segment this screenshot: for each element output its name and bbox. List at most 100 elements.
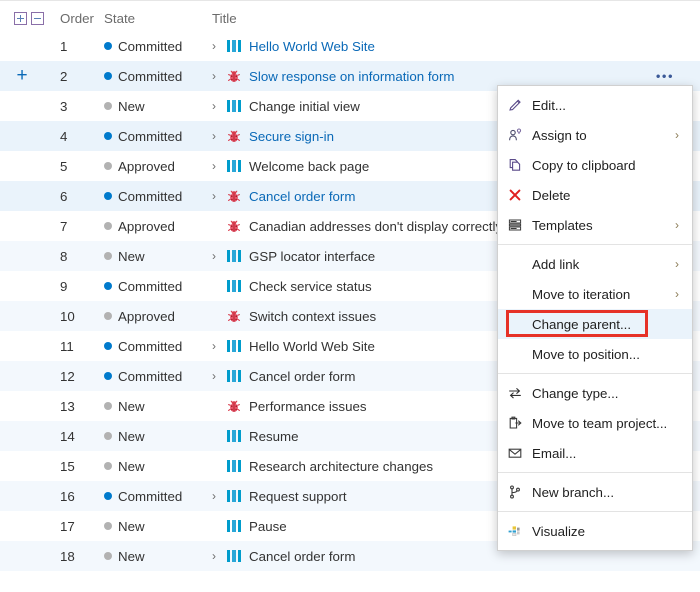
work-item-title[interactable]: Cancel order form xyxy=(249,189,355,204)
state-label: Approved xyxy=(118,308,175,324)
work-item-title[interactable]: GSP locator interface xyxy=(249,249,375,264)
submenu-chevron-icon: › xyxy=(675,287,679,301)
work-item-title[interactable]: Hello World Web Site xyxy=(249,39,375,54)
state-dot-icon xyxy=(104,72,112,80)
user-story-icon xyxy=(226,98,242,114)
work-item-title[interactable]: Check service status xyxy=(249,279,372,294)
expand-chevron-icon[interactable]: › xyxy=(212,40,224,52)
state-dot-icon xyxy=(104,522,112,530)
menu-separator xyxy=(498,244,692,245)
cell-order: 12 xyxy=(60,368,75,384)
templates-icon xyxy=(498,217,532,233)
work-item-title[interactable]: Cancel order form xyxy=(249,369,355,384)
cell-state: Approved xyxy=(104,159,212,174)
cell-state: New xyxy=(104,399,212,414)
menu-item-label: Copy to clipboard xyxy=(532,157,636,173)
branch-icon xyxy=(498,484,532,500)
menu-item-delete[interactable]: Delete› xyxy=(498,180,692,210)
cell-state: New xyxy=(104,549,212,564)
context-menu[interactable]: Edit...›Assign to›Copy to clipboard›Dele… xyxy=(497,85,693,551)
menu-item-email[interactable]: Email...› xyxy=(498,438,692,468)
move-project-icon xyxy=(498,415,532,431)
work-item-title[interactable]: Performance issues xyxy=(249,399,367,414)
expand-chevron-icon[interactable]: › xyxy=(212,340,224,352)
cell-state: Committed xyxy=(104,489,212,504)
cell-state: New xyxy=(104,99,212,114)
user-story-icon xyxy=(226,518,242,534)
state-label: Committed xyxy=(118,488,183,504)
menu-item-visualize[interactable]: Visualize› xyxy=(498,516,692,546)
menu-item-label: Templates xyxy=(532,217,593,233)
menu-item-label: Move to team project... xyxy=(532,415,668,431)
expand-chevron-icon[interactable]: › xyxy=(212,160,224,172)
menu-item-assign-to[interactable]: Assign to › xyxy=(498,120,692,150)
table-row[interactable]: 1 Committed › Hello World Web Site xyxy=(0,31,700,61)
menu-item-change-parent[interactable]: Change parent...› xyxy=(498,309,692,339)
state-dot-icon xyxy=(104,162,112,170)
menu-item-copy-to-clipboard[interactable]: Copy to clipboard› xyxy=(498,150,692,180)
expand-chevron-icon[interactable]: › xyxy=(212,70,224,82)
expand-chevron-icon[interactable]: › xyxy=(212,370,224,382)
expand-chevron-icon[interactable]: › xyxy=(212,100,224,112)
cell-state: New xyxy=(104,429,212,444)
email-icon xyxy=(498,445,532,461)
submenu-chevron-icon: › xyxy=(675,128,679,142)
plus-square-icon[interactable] xyxy=(14,11,27,25)
minus-square-icon[interactable] xyxy=(31,11,44,25)
work-item-title[interactable]: Hello World Web Site xyxy=(249,339,375,354)
expand-chevron-icon[interactable]: › xyxy=(212,130,224,142)
cell-order: 2 xyxy=(60,68,68,84)
cell-state: Committed xyxy=(104,39,212,54)
state-dot-icon xyxy=(104,102,112,110)
state-label: New xyxy=(118,98,145,114)
work-item-title[interactable]: Research architecture changes xyxy=(249,459,433,474)
work-item-title[interactable]: Switch context issues xyxy=(249,309,376,324)
cell-order: 15 xyxy=(60,458,75,474)
menu-item-add-link[interactable]: Add link › xyxy=(498,249,692,279)
work-item-title[interactable]: Pause xyxy=(249,519,287,534)
bug-icon xyxy=(226,398,242,414)
column-header-order[interactable]: Order xyxy=(60,11,104,26)
work-item-title[interactable]: Slow response on information form xyxy=(249,69,454,84)
cell-order: 8 xyxy=(60,248,68,264)
user-story-icon xyxy=(226,248,242,264)
work-item-title[interactable]: Cancel order form xyxy=(249,549,355,564)
menu-item-label: Change parent... xyxy=(532,316,632,332)
cell-order: 14 xyxy=(60,428,75,444)
menu-item-move-to-team-project[interactable]: Move to team project...› xyxy=(498,408,692,438)
work-item-title[interactable]: Change initial view xyxy=(249,99,360,114)
work-item-title[interactable]: Canadian addresses don't display correct… xyxy=(249,219,502,234)
cell-state: New xyxy=(104,519,212,534)
column-header-title[interactable]: Title xyxy=(212,11,700,26)
menu-item-move-to-position[interactable]: Move to position...› xyxy=(498,339,692,369)
menu-item-label: Move to position... xyxy=(532,346,640,362)
menu-item-templates[interactable]: Templates › xyxy=(498,210,692,240)
expand-chevron-icon[interactable]: › xyxy=(212,490,224,502)
work-item-title[interactable]: Secure sign-in xyxy=(249,129,334,144)
visualize-icon xyxy=(498,523,532,539)
state-label: Committed xyxy=(118,188,183,204)
work-item-title[interactable]: Welcome back page xyxy=(249,159,369,174)
menu-separator xyxy=(498,511,692,512)
work-item-title[interactable]: Request support xyxy=(249,489,347,504)
user-story-icon xyxy=(226,488,242,504)
expand-chevron-icon[interactable]: › xyxy=(212,550,224,562)
cell-state: New xyxy=(104,249,212,264)
state-dot-icon xyxy=(104,492,112,500)
state-label: Committed xyxy=(118,278,183,294)
expand-chevron-icon[interactable]: › xyxy=(212,190,224,202)
menu-item-edit[interactable]: Edit...› xyxy=(498,90,692,120)
row-actions-ellipsis-button[interactable]: ••• xyxy=(656,70,674,83)
add-child-plus-icon[interactable]: + xyxy=(14,66,30,85)
work-item-title[interactable]: Resume xyxy=(249,429,299,444)
column-header-state[interactable]: State xyxy=(104,11,212,26)
state-dot-icon xyxy=(104,282,112,290)
user-story-icon xyxy=(226,278,242,294)
menu-item-change-type[interactable]: Change type...› xyxy=(498,378,692,408)
expand-chevron-icon[interactable]: › xyxy=(212,250,224,262)
cell-order: 9 xyxy=(60,278,68,294)
menu-item-move-to-iteration[interactable]: Move to iteration › xyxy=(498,279,692,309)
user-story-icon xyxy=(226,158,242,174)
menu-item-new-branch[interactable]: New branch...› xyxy=(498,477,692,507)
state-label: New xyxy=(118,398,145,414)
